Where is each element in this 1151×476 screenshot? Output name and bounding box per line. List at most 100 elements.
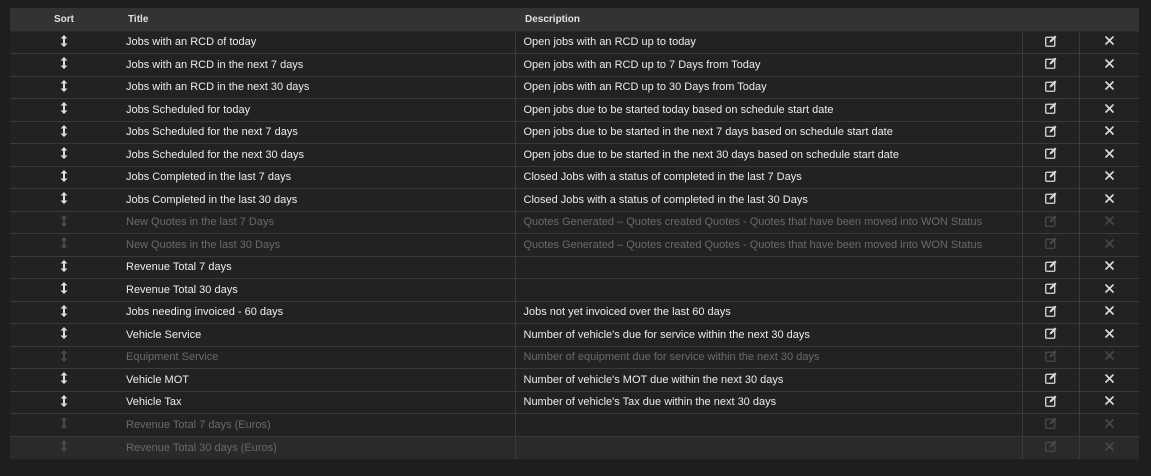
sort-handle-icon[interactable]: [60, 34, 68, 47]
delete-icon[interactable]: [1104, 81, 1114, 91]
sort-handle-icon[interactable]: [60, 394, 68, 407]
sort-cell: [10, 391, 118, 414]
edit-icon[interactable]: [1044, 417, 1057, 430]
delete-cell: [1079, 256, 1139, 279]
delete-cell: [1079, 189, 1139, 212]
delete-icon[interactable]: [1104, 283, 1114, 293]
delete-icon[interactable]: [1104, 193, 1114, 203]
description-cell: Quotes Generated – Quotes created Quotes…: [515, 233, 1023, 256]
description-cell: [515, 278, 1023, 301]
sort-cell: [10, 166, 118, 189]
table-header-row: Sort Title Description: [10, 8, 1139, 32]
sort-cell: [10, 189, 118, 212]
title-cell: New Quotes in the last 7 Days: [118, 211, 516, 234]
table-row: Jobs with an RCD of today Open jobs with …: [10, 31, 1139, 54]
edit-cell: [1022, 301, 1080, 324]
delete-cell: [1079, 76, 1139, 99]
delete-icon[interactable]: [1104, 171, 1114, 181]
delete-icon[interactable]: [1104, 396, 1114, 406]
delete-icon[interactable]: [1104, 126, 1114, 136]
edit-icon[interactable]: [1044, 372, 1057, 385]
delete-icon[interactable]: [1104, 238, 1114, 248]
sort-handle-icon[interactable]: [60, 214, 68, 227]
edit-cell: [1022, 98, 1080, 121]
sort-handle-icon[interactable]: [60, 282, 68, 295]
edit-icon[interactable]: [1044, 192, 1057, 205]
sort-handle-icon[interactable]: [60, 372, 68, 385]
edit-icon[interactable]: [1044, 170, 1057, 182]
edit-icon[interactable]: [1044, 440, 1057, 452]
sort-handle-icon[interactable]: [60, 327, 68, 340]
edit-icon[interactable]: [1044, 125, 1057, 137]
delete-icon[interactable]: [1104, 261, 1114, 271]
table-row: Equipment Service Number of equipment due…: [10, 346, 1139, 369]
sort-handle-icon[interactable]: [60, 349, 68, 362]
sort-handle-icon[interactable]: [60, 147, 68, 160]
delete-icon[interactable]: [1104, 351, 1114, 361]
edit-icon[interactable]: [1044, 57, 1057, 70]
edit-cell: [1022, 233, 1080, 256]
delete-icon[interactable]: [1104, 103, 1114, 113]
edit-cell: [1022, 143, 1080, 166]
edit-icon[interactable]: [1044, 282, 1057, 295]
table-row: Revenue Total 30 days (Euros): [10, 436, 1139, 459]
sort-handle-icon[interactable]: [60, 79, 68, 92]
edit-icon[interactable]: [1044, 215, 1057, 227]
title-column-header: Title: [118, 8, 515, 32]
sort-cell: [10, 414, 118, 437]
sort-handle-icon[interactable]: [60, 57, 68, 70]
edit-icon[interactable]: [1044, 102, 1057, 115]
delete-icon[interactable]: [1104, 328, 1114, 338]
title-cell: Revenue Total 30 days (Euros): [118, 436, 516, 459]
sort-handle-icon[interactable]: [60, 417, 68, 430]
sort-handle-icon[interactable]: [60, 192, 68, 205]
sort-handle-icon[interactable]: [60, 259, 68, 272]
description-cell: Open jobs with an RCD up to 30 Days from…: [515, 76, 1023, 99]
title-cell: Vehicle Tax: [118, 391, 516, 414]
description-cell: Quotes Generated – Quotes created Quotes…: [515, 211, 1023, 234]
description-cell: Open jobs with an RCD up to 7 Days from …: [515, 53, 1023, 76]
sort-handle-icon[interactable]: [60, 440, 68, 452]
delete-icon[interactable]: [1104, 148, 1114, 158]
delete-icon[interactable]: [1104, 418, 1114, 428]
delete-icon[interactable]: [1104, 306, 1114, 316]
delete-cell: [1079, 279, 1139, 302]
sort-handle-icon[interactable]: [60, 102, 68, 115]
edit-icon[interactable]: [1044, 147, 1057, 160]
title-cell: Jobs Completed in the last 30 days: [118, 188, 516, 211]
table-row: Jobs Completed in the last 7 days Closed …: [10, 166, 1139, 189]
table-row: Jobs with an RCD in the next 30 days Open…: [10, 76, 1139, 99]
table-row: Revenue Total 7 days: [10, 256, 1139, 279]
sort-handle-icon[interactable]: [60, 124, 68, 137]
table-row: Jobs Scheduled for the next 7 days Open j…: [10, 121, 1139, 144]
edit-icon[interactable]: [1044, 350, 1057, 362]
title-cell: Vehicle MOT: [118, 368, 516, 391]
edit-icon[interactable]: [1044, 327, 1057, 340]
table-row: New Quotes in the last 30 Days Quotes Gen…: [10, 233, 1139, 257]
delete-icon[interactable]: [1104, 441, 1114, 451]
sort-cell: [10, 234, 118, 257]
title-cell: Equipment Service: [118, 346, 516, 369]
edit-icon[interactable]: [1044, 305, 1057, 317]
delete-icon[interactable]: [1104, 58, 1114, 68]
edit-icon[interactable]: [1044, 395, 1057, 407]
edit-icon[interactable]: [1044, 260, 1057, 272]
table-row: Jobs Completed in the last 30 days Closed…: [10, 188, 1139, 212]
description-cell: Open jobs due to be started in the next …: [515, 143, 1023, 166]
delete-cell: [1079, 166, 1139, 189]
edit-icon[interactable]: [1044, 237, 1057, 250]
delete-icon[interactable]: [1104, 373, 1114, 383]
sort-handle-icon[interactable]: [60, 304, 68, 317]
title-cell: Jobs Scheduled for today: [118, 98, 516, 121]
sort-handle-icon[interactable]: [60, 237, 68, 250]
edit-cell: [1022, 323, 1080, 346]
edit-icon[interactable]: [1044, 35, 1057, 47]
delete-icon[interactable]: [1104, 36, 1114, 46]
sort-handle-icon[interactable]: [60, 169, 68, 182]
edit-icon[interactable]: [1044, 80, 1057, 92]
sort-cell: [10, 211, 118, 234]
sort-cell: [10, 121, 118, 144]
delete-icon[interactable]: [1104, 216, 1114, 226]
table-header: Sort Title Description: [10, 8, 1139, 32]
dashboard-widgets-table: Sort Title Description Jobs with an RCD …: [10, 8, 1139, 459]
